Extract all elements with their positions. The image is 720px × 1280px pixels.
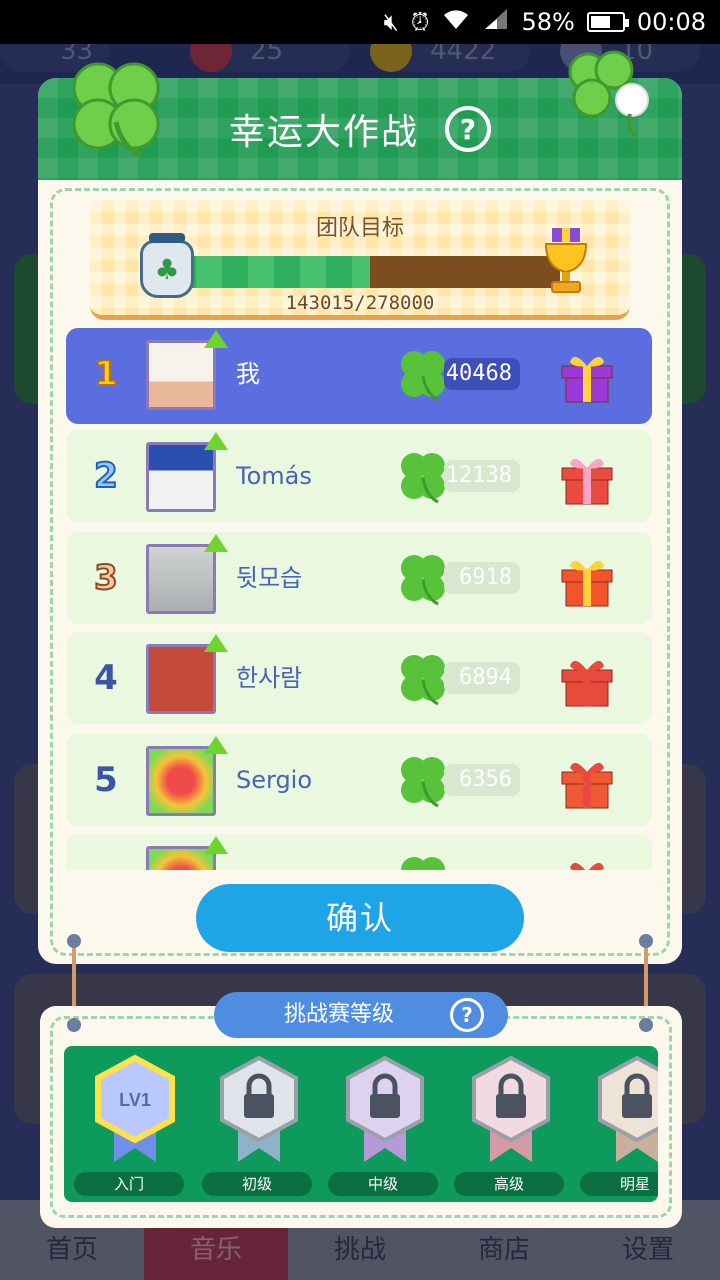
player-name: 뒷모습 <box>236 564 303 592</box>
gift-box-icon[interactable] <box>556 344 618 406</box>
clover-score: 40468 <box>444 358 520 390</box>
player-name: Sergio <box>236 766 313 794</box>
team-goal-card: 团队目标 ♣ 143015/278000 <box>90 200 630 320</box>
clover-icon <box>394 852 452 870</box>
rank-up-arrow-icon <box>204 736 228 754</box>
avatar[interactable] <box>146 340 216 410</box>
svg-text:LV1: LV1 <box>119 1090 151 1110</box>
rank-number: 2 <box>93 455 119 497</box>
rank-up-arrow-icon <box>204 836 228 854</box>
rope-pin <box>639 1018 653 1032</box>
clover-score: 6356 <box>444 764 520 796</box>
locked-level-badge-icon[interactable] <box>468 1054 554 1164</box>
ranking-row[interactable]: 5 Sergio 6356 <box>66 734 652 826</box>
wifi-icon <box>441 7 471 37</box>
ranking-row[interactable]: 2 Tomás 12138 <box>66 430 652 522</box>
battery-icon <box>586 12 629 32</box>
rank-number: 4 <box>94 658 118 698</box>
ranking-row[interactable]: 3 뒷모습 6918 <box>66 532 652 624</box>
dialog-title: 幸运大作战 <box>228 112 419 153</box>
ranking-row[interactable]: 4 한사람 6894 <box>66 632 652 724</box>
signal-icon <box>483 7 509 37</box>
level-help-icon[interactable]: ? <box>450 998 484 1032</box>
level-label: 入门 <box>74 1172 184 1196</box>
rank-number: 1 <box>93 353 119 395</box>
trophy-icon <box>544 228 588 293</box>
gift-box-icon[interactable] <box>556 548 618 610</box>
gift-box-icon[interactable] <box>556 750 618 812</box>
level-badge-icon[interactable]: LV1 <box>92 1054 178 1164</box>
clover-score: 6918 <box>444 562 520 594</box>
rope-pin <box>67 1018 81 1032</box>
level-strip: LV1 入门 初级 中级 高级 明星 <box>64 1046 658 1202</box>
rank-up-arrow-icon <box>204 634 228 652</box>
avatar[interactable] <box>146 544 216 614</box>
clover-flower-decoration-icon <box>568 50 649 138</box>
rank-up-arrow-icon <box>204 432 228 450</box>
clover-decoration-icon <box>72 62 160 159</box>
clock: 00:08 <box>636 8 706 36</box>
alarm-icon: ⏰︎ <box>410 8 430 36</box>
level-panel-title: 挑战赛等级 ? <box>214 992 508 1038</box>
locked-level-badge-icon[interactable] <box>216 1054 302 1164</box>
confirm-button[interactable]: 确认 <box>196 884 524 952</box>
level-panel-title-text: 挑战赛等级 <box>284 1002 395 1027</box>
level-label: 初级 <box>202 1172 312 1196</box>
ranking-row[interactable] <box>66 834 652 870</box>
team-goal-progress-fill <box>170 256 371 288</box>
team-goal-value: 143015/278000 <box>285 292 435 314</box>
level-label: 中级 <box>328 1172 438 1196</box>
rope-pin <box>639 934 653 948</box>
clover-score: 12138 <box>444 460 520 492</box>
battery-percent: 58% <box>521 8 575 36</box>
rank-up-arrow-icon <box>204 330 228 348</box>
help-icon[interactable]: ? <box>445 106 491 152</box>
status-bar: 🔇︎ ⏰︎ 58% 00:08 <box>0 0 720 44</box>
gift-box-icon[interactable] <box>556 648 618 710</box>
clover-jar-icon: ♣ <box>140 233 194 298</box>
rope-pin <box>67 934 81 948</box>
gift-box-icon[interactable] <box>556 446 618 508</box>
player-name: 한사람 <box>236 664 303 692</box>
player-name: 我 <box>236 360 260 388</box>
mute-icon: 🔇︎ <box>383 8 399 36</box>
rank-number: 3 <box>93 557 119 599</box>
avatar[interactable] <box>146 644 216 714</box>
locked-level-badge-icon[interactable] <box>342 1054 428 1164</box>
locked-level-badge-icon[interactable] <box>594 1054 658 1164</box>
ranking-list[interactable]: 1 我 40468 2 Tomás 12138 3 뒷모습 6918 4 한사람 6894 5 Sergi… <box>66 328 652 870</box>
gift-box-icon[interactable] <box>556 850 618 870</box>
clover-score: 6894 <box>444 662 520 694</box>
avatar[interactable] <box>146 746 216 816</box>
player-name: Tomás <box>236 462 312 490</box>
level-label: 明星 <box>580 1172 658 1196</box>
level-label: 高级 <box>454 1172 564 1196</box>
rank-number: 5 <box>94 760 118 800</box>
team-goal-progress-bar <box>170 256 560 288</box>
avatar[interactable] <box>146 442 216 512</box>
ranking-row[interactable]: 1 我 40468 <box>66 328 652 424</box>
rank-up-arrow-icon <box>204 534 228 552</box>
